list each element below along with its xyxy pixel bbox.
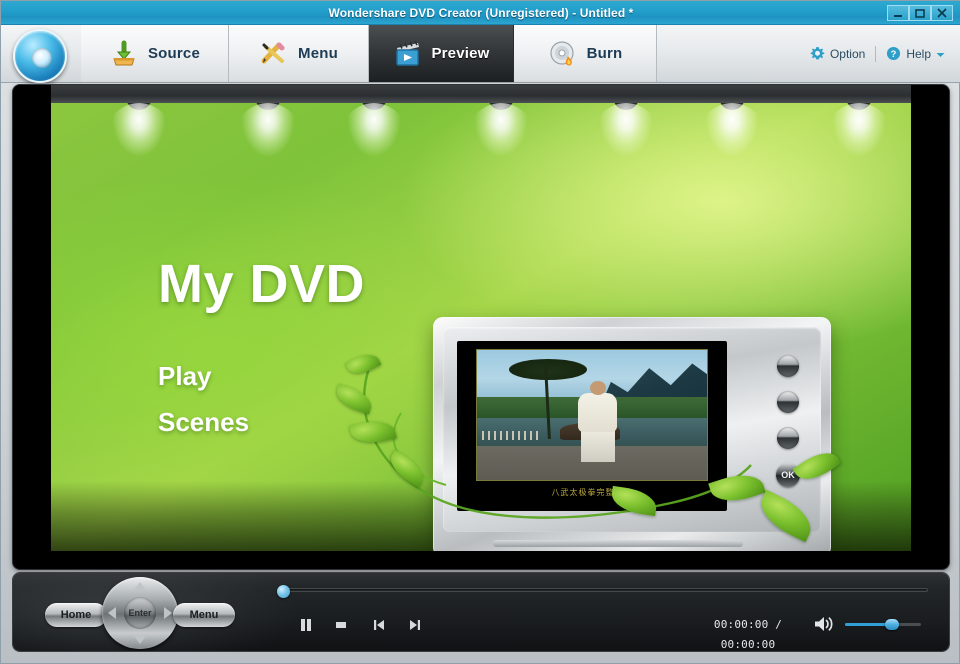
film-clapper-play-icon [392,39,422,69]
svg-text:?: ? [891,49,897,59]
previous-button[interactable] [366,615,392,635]
seek-slider[interactable] [277,585,928,598]
close-button[interactable] [931,5,953,21]
lamp-glow [695,103,769,195]
speaker-on-icon[interactable] [813,614,835,634]
tab-menu[interactable]: Menu [229,25,369,82]
ceiling-lamp-icon [361,103,387,110]
dvd-navigation-dpad: Home Enter Menu [45,577,235,649]
ceiling-lamp-icon [613,103,639,110]
toolbar-right-group: Option ? Help [810,25,945,82]
help-button[interactable]: ? Help [886,46,945,61]
option-button[interactable]: Option [810,46,865,61]
ceiling-lamp-icon [846,103,872,110]
seek-slider-thumb[interactable] [277,585,290,598]
help-label: Help [906,46,931,61]
dvd-menu-canvas: My DVD Play Scenes 八武太极拳完整示范 OK [51,103,911,551]
dpad-right-icon[interactable] [164,607,172,619]
maximize-button[interactable] [909,5,931,21]
download-tray-icon [109,39,139,69]
volume-slider-thumb[interactable] [885,619,900,630]
help-question-icon: ? [886,46,901,61]
lamp-glow [589,103,663,195]
dvd-menu-title: My DVD [158,254,366,314]
next-button[interactable] [402,615,428,635]
minimize-button[interactable] [887,5,909,21]
ceiling-lamp-icon [255,103,281,110]
tab-burn[interactable]: Burn [514,25,657,82]
home-button[interactable]: Home [45,603,107,627]
pencil-tools-icon [259,39,289,69]
lamp-glow [464,103,538,195]
tv-knob-icon[interactable] [777,355,799,377]
ceiling-lamp-icon [126,103,152,110]
dvd-menu-item-play[interactable]: Play [158,361,212,392]
timecode-display: 00:00:00 / 00:00:00 [713,618,783,651]
lamp-glow [231,103,305,195]
tab-source[interactable]: Source [81,25,229,82]
stop-button[interactable] [328,615,354,635]
lamp-glow [822,103,896,195]
tab-burn-label: Burn [586,45,623,62]
ceiling-lamp-icon [488,103,514,110]
tab-menu-label: Menu [298,45,338,62]
menu-ceiling-strip [51,85,911,103]
dpad-left-icon[interactable] [108,607,116,619]
disc-flame-icon [548,39,578,69]
ceiling-lamp-icon [719,103,745,110]
lamp-glow [102,103,176,195]
tv-knob-icon[interactable] [777,427,799,449]
preview-panel: My DVD Play Scenes 八武太极拳完整示范 OK [13,85,949,569]
toolbar-separator [875,45,877,62]
tab-preview-label: Preview [431,45,490,62]
menu-nav-button[interactable]: Menu [173,603,235,627]
dpad-ring[interactable]: Enter [102,577,178,649]
title-bar: Wondershare DVD Creator (Unregistered) -… [1,1,960,25]
volume-slider[interactable] [845,619,921,630]
enter-button[interactable]: Enter [124,597,156,629]
tab-preview[interactable]: Preview [369,25,514,82]
dvd-menu-item-scenes[interactable]: Scenes [158,407,249,438]
gear-icon [810,46,825,61]
application-window: Wondershare DVD Creator (Unregistered) -… [0,0,960,664]
dpad-up-icon[interactable] [134,582,146,590]
lamp-glow [337,103,411,195]
main-toolbar: Source Menu Preview Burn Option ? Help [1,25,960,83]
playback-control-bar: Home Enter Menu 00:00:00 / 00:00:00 [13,573,949,651]
tab-source-label: Source [147,45,201,62]
option-label: Option [829,46,866,61]
wondershare-disc-logo [13,29,67,83]
tv-knob-icon[interactable] [777,391,799,413]
vine-graphic [362,362,752,519]
dpad-down-icon[interactable] [134,636,146,644]
chevron-down-icon [936,47,945,61]
window-title: Wondershare DVD Creator (Unregistered) -… [328,6,634,20]
pause-button[interactable] [293,615,319,635]
